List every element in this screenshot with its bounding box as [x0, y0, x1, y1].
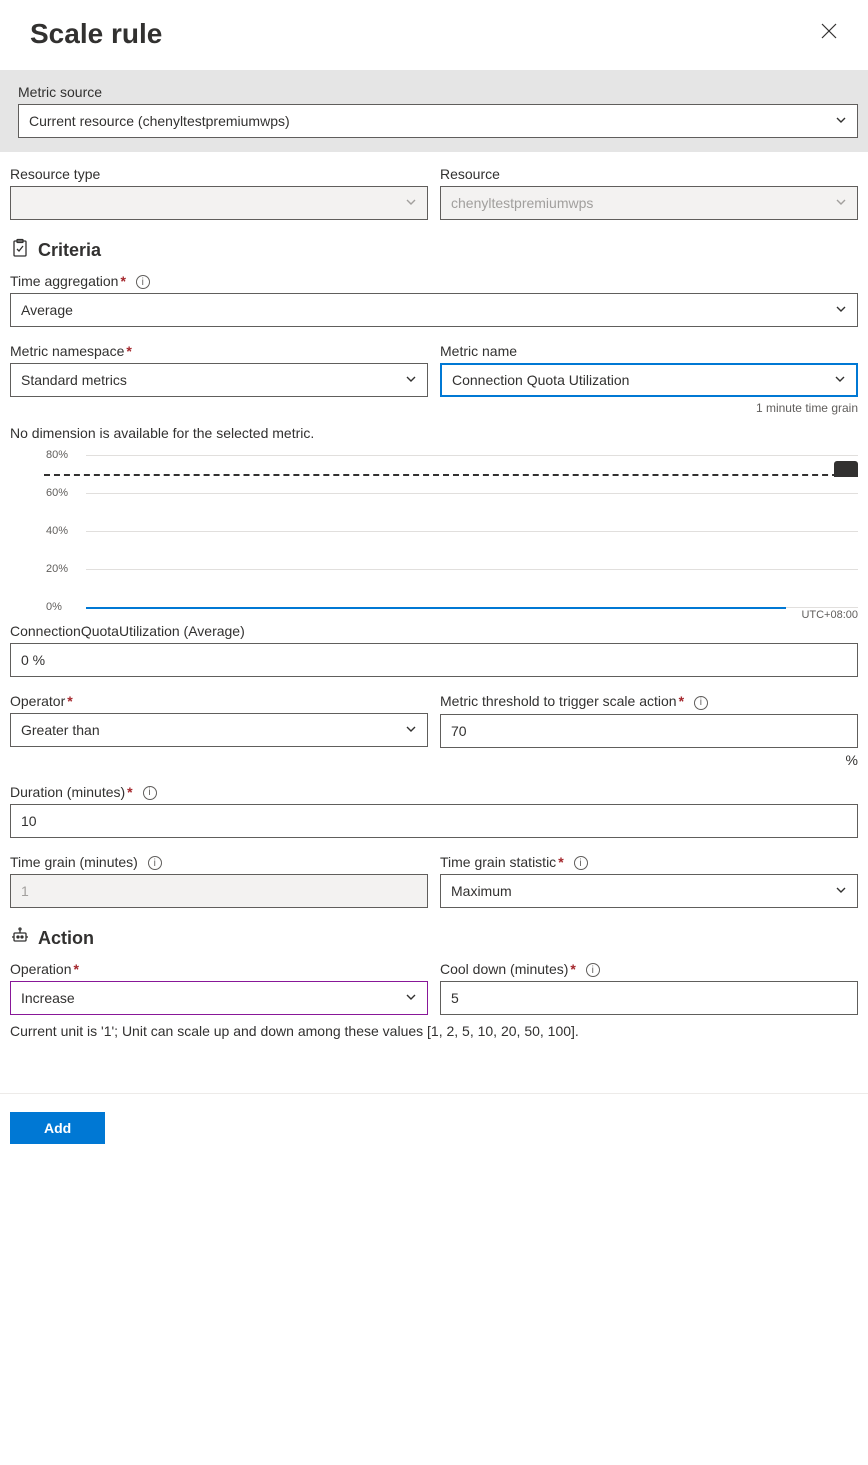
resource-select: chenyltestpremiumwps — [440, 186, 858, 220]
cooldown-label: Cool down (minutes)* i — [440, 961, 858, 977]
chart-y-tick: 20% — [46, 563, 68, 575]
metric-namespace-label: Metric namespace* — [10, 343, 428, 359]
duration-label: Duration (minutes)* i — [10, 784, 858, 800]
resource-type-select — [10, 186, 428, 220]
metric-source-select[interactable]: Current resource (chenyltestpremiumwps) — [18, 104, 858, 138]
clipboard-check-icon — [10, 238, 30, 263]
info-icon[interactable]: i — [136, 275, 150, 289]
chart-y-tick: 60% — [46, 487, 68, 499]
metric-chart: 80% 60% 40% 20% 0% UTC+08:00 — [10, 449, 858, 619]
info-icon[interactable]: i — [586, 963, 600, 977]
chart-timezone: UTC+08:00 — [801, 609, 858, 621]
resource-label: Resource — [440, 166, 858, 182]
info-icon[interactable]: i — [143, 786, 157, 800]
operation-select[interactable]: Increase — [10, 981, 428, 1015]
metric-grain-note: 1 minute time grain — [440, 401, 858, 415]
time-aggregation-value: Average — [21, 302, 73, 318]
metric-namespace-select[interactable]: Standard metrics — [10, 363, 428, 397]
metric-source-label: Metric source — [18, 84, 858, 100]
chevron-down-icon — [834, 372, 846, 388]
chevron-down-icon — [405, 722, 417, 738]
time-grain-value: 1 — [21, 883, 29, 899]
threshold-value: 70 — [451, 723, 467, 739]
connection-quota-value-box: 0 % — [10, 643, 858, 677]
time-aggregation-select[interactable]: Average — [10, 293, 858, 327]
resource-value: chenyltestpremiumwps — [451, 195, 593, 211]
connection-quota-value: 0 % — [21, 652, 45, 668]
close-button[interactable] — [820, 22, 838, 46]
chart-y-tick: 40% — [46, 525, 68, 537]
chevron-down-icon — [835, 113, 847, 129]
robot-icon — [10, 926, 30, 951]
operation-label: Operation* — [10, 961, 428, 977]
operator-label: Operator* — [10, 693, 428, 709]
no-dimension-text: No dimension is available for the select… — [10, 425, 858, 441]
threshold-unit: % — [440, 752, 858, 768]
duration-input[interactable]: 10 — [10, 804, 858, 838]
page-title: Scale rule — [30, 18, 162, 50]
time-aggregation-label: Time aggregation* i — [10, 273, 858, 289]
info-icon[interactable]: i — [694, 696, 708, 710]
chevron-down-icon — [835, 302, 847, 318]
chevron-down-icon — [405, 195, 417, 211]
operator-value: Greater than — [21, 722, 100, 738]
time-grain-stat-value: Maximum — [451, 883, 512, 899]
cooldown-input[interactable]: 5 — [440, 981, 858, 1015]
chart-y-tick: 80% — [46, 449, 68, 461]
time-grain-label: Time grain (minutes) i — [10, 854, 428, 870]
time-grain-input: 1 — [10, 874, 428, 908]
scale-hint: Current unit is '1'; Unit can scale up a… — [10, 1023, 858, 1039]
info-icon[interactable]: i — [574, 856, 588, 870]
metric-namespace-value: Standard metrics — [21, 372, 127, 388]
operation-value: Increase — [21, 990, 75, 1006]
metric-name-select[interactable]: Connection Quota Utilization — [440, 363, 858, 397]
add-button[interactable]: Add — [10, 1112, 105, 1144]
time-grain-stat-label: Time grain statistic* i — [440, 854, 858, 870]
connection-quota-label: ConnectionQuotaUtilization (Average) — [10, 623, 858, 639]
resource-type-label: Resource type — [10, 166, 428, 182]
metric-source-value: Current resource (chenyltestpremiumwps) — [29, 113, 290, 129]
chart-data-line — [86, 607, 786, 609]
metric-name-value: Connection Quota Utilization — [452, 372, 629, 388]
chevron-down-icon — [405, 990, 417, 1006]
time-grain-stat-select[interactable]: Maximum — [440, 874, 858, 908]
chart-threshold-handle[interactable] — [834, 461, 858, 477]
chart-threshold-line — [44, 474, 858, 476]
chevron-down-icon — [835, 883, 847, 899]
threshold-input[interactable]: 70 — [440, 714, 858, 748]
info-icon[interactable]: i — [148, 856, 162, 870]
chart-y-tick: 0% — [46, 601, 62, 613]
chevron-down-icon — [835, 195, 847, 211]
operator-select[interactable]: Greater than — [10, 713, 428, 747]
cooldown-value: 5 — [451, 990, 459, 1006]
chevron-down-icon — [405, 372, 417, 388]
metric-name-label: Metric name — [440, 343, 858, 359]
threshold-label: Metric threshold to trigger scale action… — [440, 693, 858, 709]
action-heading: Action — [38, 928, 94, 949]
duration-value: 10 — [21, 813, 37, 829]
criteria-heading: Criteria — [38, 240, 101, 261]
